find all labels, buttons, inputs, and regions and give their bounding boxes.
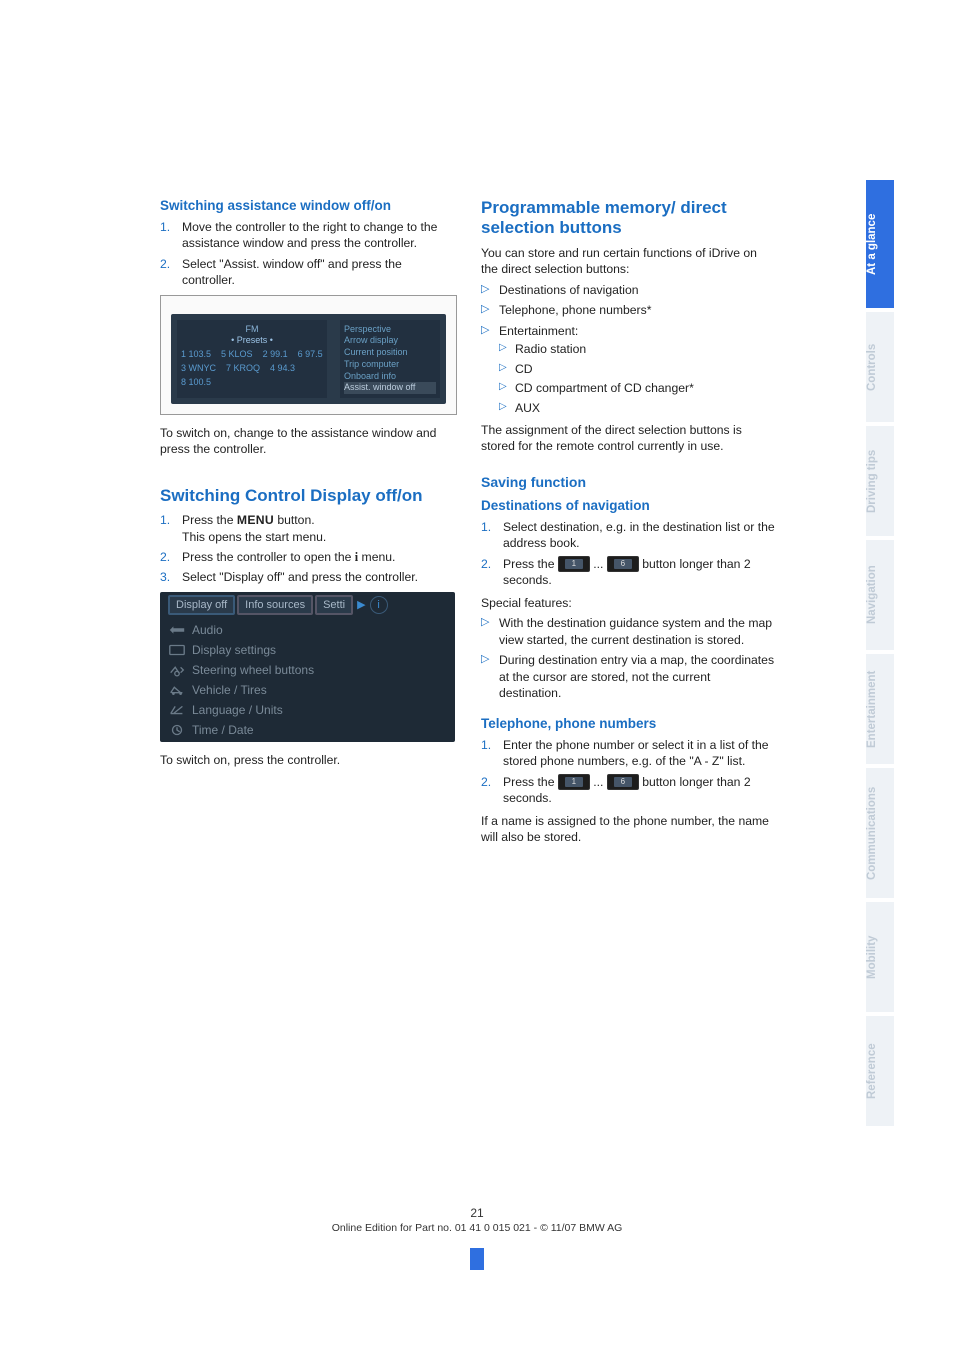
dest-steps: 1.Select destination, e.g. in the destin… — [481, 519, 776, 589]
list-item: Entertainment: Radio station CD CD compa… — [481, 323, 776, 416]
intro-text: You can store and run certain functions … — [481, 245, 776, 278]
list-item: Radio station — [499, 341, 776, 357]
side-tabs: At a glance Controls Driving tips Naviga… — [866, 180, 894, 1130]
tab-controls[interactable]: Controls — [866, 312, 894, 422]
list-item: 1.Move the controller to the right to ch… — [160, 219, 455, 252]
display-steps: 1. Press the MENU button. This opens the… — [160, 512, 455, 586]
screenshot-assist-window: FM • Presets • 1 103.55 KLOS 2 99.16 97.… — [160, 295, 457, 415]
entertainment-sublist: Radio station CD CD compartment of CD ch… — [499, 341, 776, 416]
page-footer: 21 Online Edition for Part no. 01 41 0 0… — [0, 1206, 954, 1270]
list-item: Destinations of navigation — [481, 282, 776, 298]
heading-saving: Saving function — [481, 473, 776, 492]
list-item: 2. Press the controller to open the i me… — [160, 549, 455, 565]
tab-mobility[interactable]: Mobility — [866, 902, 894, 1012]
list-item: During destination entry via a map, the … — [481, 652, 776, 701]
list-item: 2. Press the 1 ... 6 button longer than … — [481, 556, 776, 589]
list-item: CD — [499, 361, 776, 377]
heading-telephone: Telephone, phone numbers — [481, 716, 776, 733]
tab-driving-tips[interactable]: Driving tips — [866, 426, 894, 536]
tab-entertainment[interactable]: Entertainment — [866, 654, 894, 764]
memory-key-1-icon: 1 — [558, 556, 590, 572]
tel-steps: 1.Enter the phone number or select it in… — [481, 737, 776, 807]
list-item: Telephone, phone numbers* — [481, 302, 776, 318]
memory-key-6-icon: 6 — [607, 774, 639, 790]
memory-key-1-icon: 1 — [558, 774, 590, 790]
special-features-label: Special features: — [481, 595, 776, 611]
memory-key-6-icon: 6 — [607, 556, 639, 572]
list-item: 3.Select "Display off" and press the con… — [160, 569, 455, 585]
assist-switch-on-text: To switch on, change to the assistance w… — [160, 425, 455, 458]
heading-switch-assist: Switching assistance window off/on — [160, 198, 455, 215]
tab-reference[interactable]: Reference — [866, 1016, 894, 1126]
list-item: 2. Press the 1 ... 6 button longer than … — [481, 774, 776, 807]
tab-navigation[interactable]: Navigation — [866, 540, 894, 650]
right-column: Programmable memory/ direct selection bu… — [481, 198, 776, 850]
list-item: 1.Enter the phone number or select it in… — [481, 737, 776, 770]
display-switch-on-text: To switch on, press the controller. — [160, 752, 455, 768]
function-list: Destinations of navigation Telephone, ph… — [481, 282, 776, 416]
screenshot-display-off-menu: Display off Info sources Setti ▶ i Audio… — [160, 592, 455, 742]
list-item: 2.Select "Assist. window off" and press … — [160, 256, 455, 289]
list-item: 1. Press the MENU button. This opens the… — [160, 512, 455, 545]
list-item: With the destination guidance system and… — [481, 615, 776, 648]
footer-text: Online Edition for Part no. 01 41 0 015 … — [0, 1222, 954, 1234]
heading-dest-nav: Destinations of navigation — [481, 498, 776, 515]
menu-button-label: MENU — [237, 513, 274, 527]
left-column: Switching assistance window off/on 1.Mov… — [160, 198, 455, 850]
telephone-name-text: If a name is assigned to the phone numbe… — [481, 813, 776, 846]
step-text: Move the controller to the right to chan… — [182, 220, 437, 250]
step-text: Select "Assist. window off" and press th… — [182, 257, 402, 287]
assist-steps: 1.Move the controller to the right to ch… — [160, 219, 455, 289]
list-item: CD compartment of CD changer* — [499, 380, 776, 396]
special-features-list: With the destination guidance system and… — [481, 615, 776, 701]
list-item: 1.Select destination, e.g. in the destin… — [481, 519, 776, 552]
heading-programmable: Programmable memory/ direct selection bu… — [481, 198, 776, 239]
page-number: 21 — [0, 1206, 954, 1220]
assignment-text: The assignment of the direct selection b… — [481, 422, 776, 455]
tab-communications[interactable]: Communications — [866, 768, 894, 898]
list-item: AUX — [499, 400, 776, 416]
heading-switch-display: Switching Control Display off/on — [160, 486, 455, 506]
tab-at-a-glance[interactable]: At a glance — [866, 180, 894, 308]
footer-marker-icon — [470, 1248, 484, 1270]
